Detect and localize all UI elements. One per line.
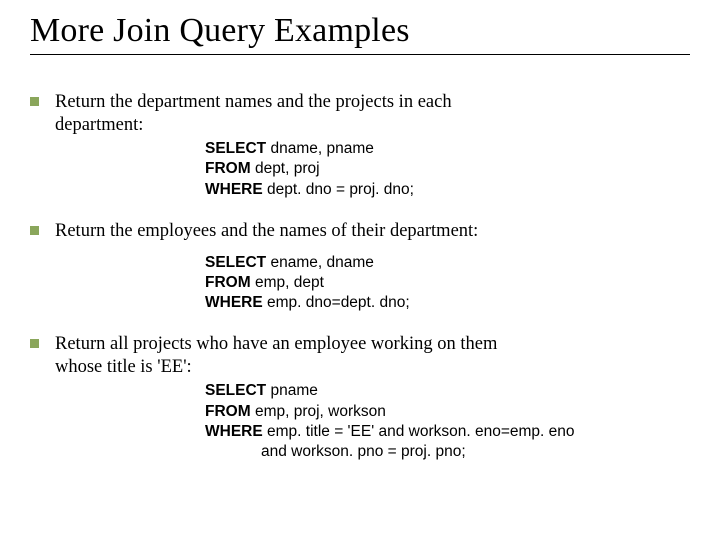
item-body: Return the department names and the proj… bbox=[55, 91, 690, 214]
sql-block: SELECT pname FROM emp, proj, workson WHE… bbox=[205, 381, 690, 462]
sql-from-kw: FROM bbox=[205, 160, 251, 177]
sql-where-rest: dept. dno = proj. dno; bbox=[263, 181, 414, 198]
sql-select-kw: SELECT bbox=[205, 254, 266, 271]
sql-select-rest: ename, dname bbox=[266, 254, 374, 271]
item-intro-line2: whose title is 'EE': bbox=[55, 356, 690, 379]
title-rule bbox=[30, 54, 690, 55]
item-body: Return all projects who have an employee… bbox=[55, 333, 690, 476]
slide-title: More Join Query Examples bbox=[30, 12, 690, 50]
item-intro-line2: department: bbox=[55, 114, 690, 137]
sql-from-kw: FROM bbox=[205, 403, 251, 420]
sql-where-rest: emp. dno=dept. dno; bbox=[263, 294, 410, 311]
sql-from-rest: dept, proj bbox=[251, 160, 320, 177]
sql-select-kw: SELECT bbox=[205, 140, 266, 157]
sql-select-kw: SELECT bbox=[205, 382, 266, 399]
sql-block: SELECT dname, pname FROM dept, proj WHER… bbox=[205, 139, 690, 199]
sql-from-rest: emp, proj, workson bbox=[251, 403, 386, 420]
bullet-icon bbox=[30, 226, 39, 235]
item-body: Return the employees and the names of th… bbox=[55, 220, 690, 328]
item-intro-line1: Return the employees and the names of th… bbox=[55, 220, 690, 243]
sql-where-kw: WHERE bbox=[205, 181, 263, 198]
sql-where-kw: WHERE bbox=[205, 294, 263, 311]
spacer bbox=[55, 243, 690, 251]
sql-where-kw: WHERE bbox=[205, 423, 263, 440]
sql-where-extra: and workson. pno = proj. pno; bbox=[205, 443, 466, 460]
bullet-icon bbox=[30, 339, 39, 348]
sql-select-rest: pname bbox=[266, 382, 318, 399]
sql-where-rest: emp. title = 'EE' and workson. eno=emp. … bbox=[263, 423, 575, 440]
list-item: Return all projects who have an employee… bbox=[30, 333, 690, 476]
sql-block: SELECT ename, dname FROM emp, dept WHERE… bbox=[205, 253, 690, 313]
sql-select-rest: dname, pname bbox=[266, 140, 374, 157]
list-item: Return the department names and the proj… bbox=[30, 91, 690, 214]
item-intro-line1: Return the department names and the proj… bbox=[55, 91, 690, 114]
item-intro-line1: Return all projects who have an employee… bbox=[55, 333, 690, 356]
list-item: Return the employees and the names of th… bbox=[30, 220, 690, 328]
slide: More Join Query Examples Return the depa… bbox=[0, 0, 720, 502]
sql-from-rest: emp, dept bbox=[251, 274, 324, 291]
bullet-icon bbox=[30, 97, 39, 106]
sql-from-kw: FROM bbox=[205, 274, 251, 291]
